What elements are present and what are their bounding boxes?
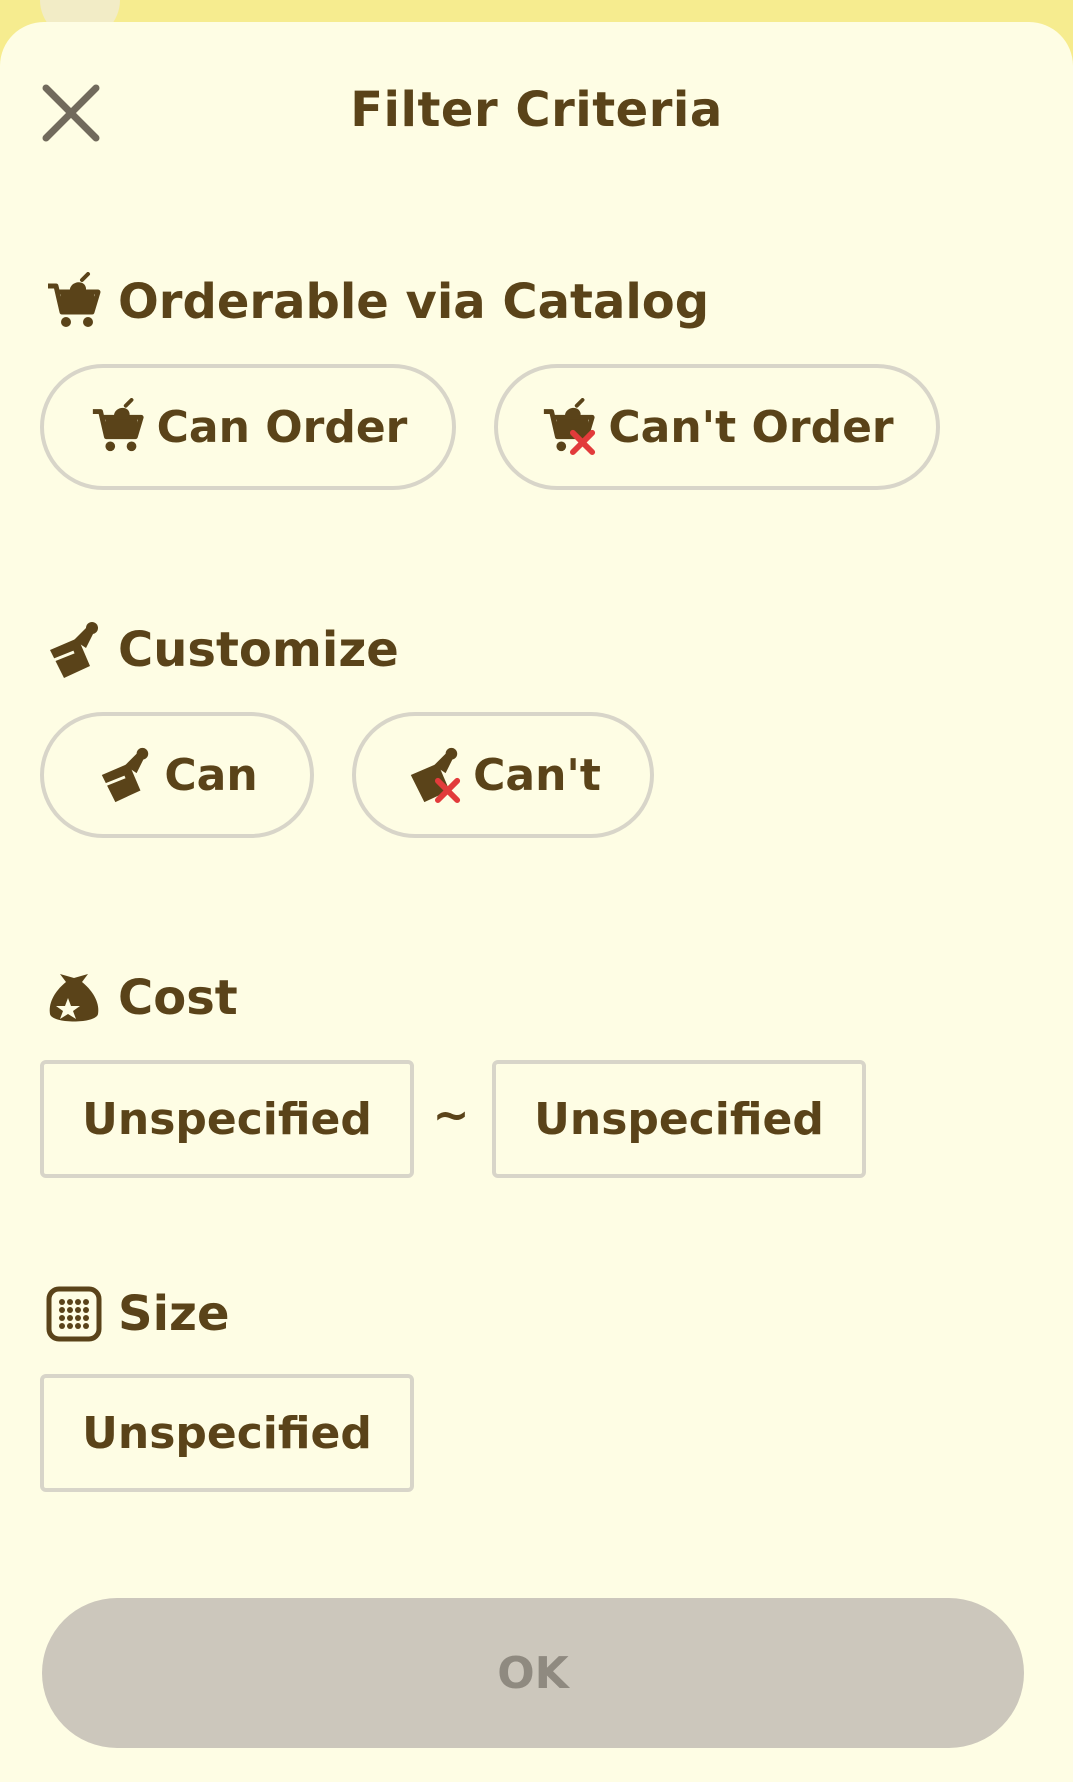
page-title: Filter Criteria [350, 82, 723, 138]
cost-range-separator: ~ [432, 1090, 470, 1141]
can-order-label: Can Order [156, 401, 408, 453]
brush-x-icon [410, 747, 461, 804]
brush-icon [102, 747, 149, 803]
section-size: Size [44, 1282, 230, 1346]
customize-can-button[interactable]: Can [40, 712, 314, 838]
cost-max-field[interactable]: Unspecified [492, 1060, 866, 1178]
customize-cant-button[interactable]: Can't [352, 712, 654, 838]
customize-cant-label: Can't [473, 749, 601, 801]
cost-min-field[interactable]: Unspecified [40, 1060, 414, 1178]
customize-can-label: Can [164, 749, 258, 801]
ok-label: OK [497, 1647, 569, 1699]
shopping-cart-x-icon [544, 398, 596, 456]
brush-icon [50, 622, 98, 678]
section-size-title: Size [118, 1286, 230, 1342]
section-catalog-title: Orderable via Catalog [118, 274, 710, 330]
grid-size-icon [46, 1286, 102, 1342]
can-order-button[interactable]: Can Order [40, 364, 456, 490]
money-bag-icon [49, 974, 99, 1022]
section-customize-title: Customize [118, 622, 399, 678]
shopping-cart-icon [48, 272, 101, 327]
section-cost: Cost [44, 966, 238, 1030]
section-cost-title: Cost [118, 970, 238, 1026]
size-field[interactable]: Unspecified [40, 1374, 414, 1492]
section-customize: Customize [44, 618, 399, 682]
shopping-cart-icon [92, 398, 144, 452]
cost-max-value: Unspecified [534, 1093, 824, 1145]
cost-min-value: Unspecified [82, 1093, 372, 1145]
cant-order-label: Can't Order [608, 401, 894, 453]
ok-button[interactable]: OK [42, 1598, 1024, 1748]
section-catalog: Orderable via Catalog [44, 270, 709, 334]
cant-order-button[interactable]: Can't Order [494, 364, 940, 490]
size-value: Unspecified [82, 1407, 372, 1459]
